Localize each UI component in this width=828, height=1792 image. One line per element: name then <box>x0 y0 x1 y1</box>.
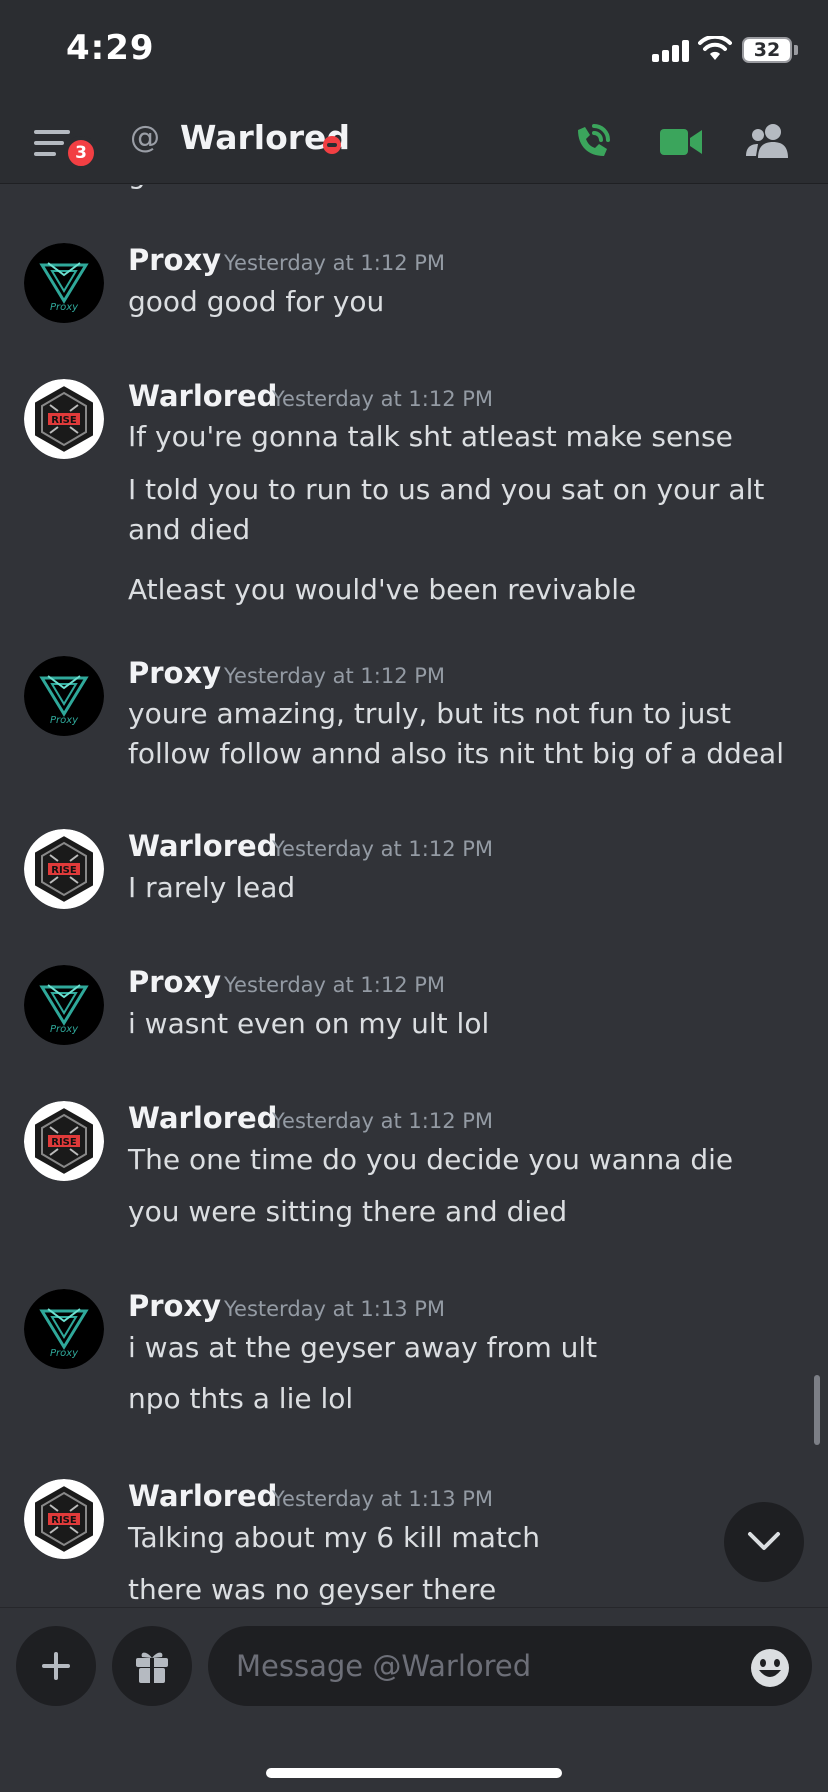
message-text[interactable]: The one time do you decide you wanna die <box>128 1140 808 1180</box>
dnd-status-icon <box>323 136 341 154</box>
message-text[interactable]: good good for you <box>128 282 808 322</box>
message-text[interactable]: I rarely lead <box>128 868 808 908</box>
at-icon: @ <box>130 120 160 155</box>
svg-text:RISE: RISE <box>51 1137 77 1148</box>
battery-tip <box>794 45 798 55</box>
message-list[interactable]: g ProxyProxyYesterday at 1:12 PMgood goo… <box>0 185 828 1607</box>
message-text[interactable]: I told you to run to us and you sat on y… <box>128 470 808 550</box>
message-author[interactable]: Proxy <box>128 243 221 277</box>
message-author[interactable]: Proxy <box>128 1289 221 1323</box>
chevron-down-icon <box>748 1532 780 1550</box>
message-timestamp: Yesterday at 1:12 PM <box>272 387 494 411</box>
phone-call-icon[interactable] <box>570 120 614 164</box>
avatar[interactable]: Proxy <box>24 656 104 736</box>
unread-badge: 3 <box>64 136 98 170</box>
video-camera-icon[interactable] <box>660 124 702 160</box>
status-bar: 4:29 32 <box>0 0 828 100</box>
svg-text:Proxy: Proxy <box>50 715 79 726</box>
message-timestamp: Yesterday at 1:13 PM <box>272 1487 494 1511</box>
message-author[interactable]: Warlored <box>128 829 277 863</box>
status-time: 4:29 <box>66 28 155 68</box>
message-text[interactable]: i wasnt even on my ult lol <box>128 1004 808 1044</box>
avatar[interactable]: Proxy <box>24 965 104 1045</box>
message-author[interactable]: Proxy <box>128 656 221 690</box>
gift-icon <box>136 1652 168 1683</box>
avatar[interactable]: Proxy <box>24 1289 104 1369</box>
message-timestamp: Yesterday at 1:12 PM <box>224 664 446 688</box>
svg-text:Proxy: Proxy <box>50 1024 79 1035</box>
message-text[interactable]: i was at the geyser away from ult <box>128 1328 808 1368</box>
svg-text:Proxy: Proxy <box>50 302 79 313</box>
message-text[interactable]: Talking about my 6 kill match <box>128 1518 808 1558</box>
members-icon[interactable] <box>746 122 790 160</box>
dm-header: 3 @ Warlored <box>0 100 828 184</box>
message-timestamp: Yesterday at 1:12 PM <box>272 1109 494 1133</box>
avatar[interactable]: RISE <box>24 379 104 459</box>
message-author[interactable]: Warlored <box>128 1101 277 1135</box>
message-timestamp: Yesterday at 1:12 PM <box>224 251 446 275</box>
emoji-icon[interactable] <box>750 1648 790 1688</box>
jump-to-present-button[interactable] <box>724 1502 804 1582</box>
cellular-signal-icon <box>652 40 690 62</box>
message-timestamp: Yesterday at 1:13 PM <box>224 1297 446 1321</box>
home-indicator[interactable] <box>266 1768 562 1778</box>
message-text[interactable]: npo thts a lie lol <box>128 1379 808 1419</box>
avatar[interactable]: RISE <box>24 1101 104 1181</box>
message-author[interactable]: Proxy <box>128 965 221 999</box>
scrollbar[interactable] <box>814 1375 820 1445</box>
svg-text:RISE: RISE <box>51 865 77 876</box>
avatar[interactable]: RISE <box>24 1479 104 1559</box>
message-timestamp: Yesterday at 1:12 PM <box>224 973 446 997</box>
avatar[interactable]: Proxy <box>24 243 104 323</box>
message-author[interactable]: Warlored <box>128 1479 277 1513</box>
message-text[interactable]: there was no geyser there <box>128 1570 808 1607</box>
message-text[interactable]: If you're gonna talk sht atleast make se… <box>128 417 808 457</box>
battery-icon: 32 <box>742 37 792 63</box>
svg-text:RISE: RISE <box>51 415 77 426</box>
avatar[interactable]: RISE <box>24 829 104 909</box>
message-text[interactable]: youre amazing, truly, but its not fun to… <box>128 694 808 774</box>
hamburger-menu-icon <box>34 130 70 134</box>
message-author[interactable]: Warlored <box>128 379 277 413</box>
message-text[interactable]: Atleast you would've been revivable <box>128 570 808 610</box>
message-timestamp: Yesterday at 1:12 PM <box>272 837 494 861</box>
battery-level: 32 <box>753 39 781 61</box>
add-attachment-button[interactable] <box>16 1626 96 1706</box>
message-composer <box>0 1607 828 1792</box>
message-text[interactable]: you were sitting there and died <box>128 1192 808 1232</box>
gift-button[interactable] <box>112 1626 192 1706</box>
wifi-icon <box>698 36 732 60</box>
svg-text:Proxy: Proxy <box>50 1348 79 1359</box>
plus-icon <box>42 1652 70 1680</box>
svg-text:RISE: RISE <box>51 1515 77 1526</box>
message-input[interactable] <box>208 1626 812 1706</box>
partial-message-line: g <box>128 185 146 190</box>
